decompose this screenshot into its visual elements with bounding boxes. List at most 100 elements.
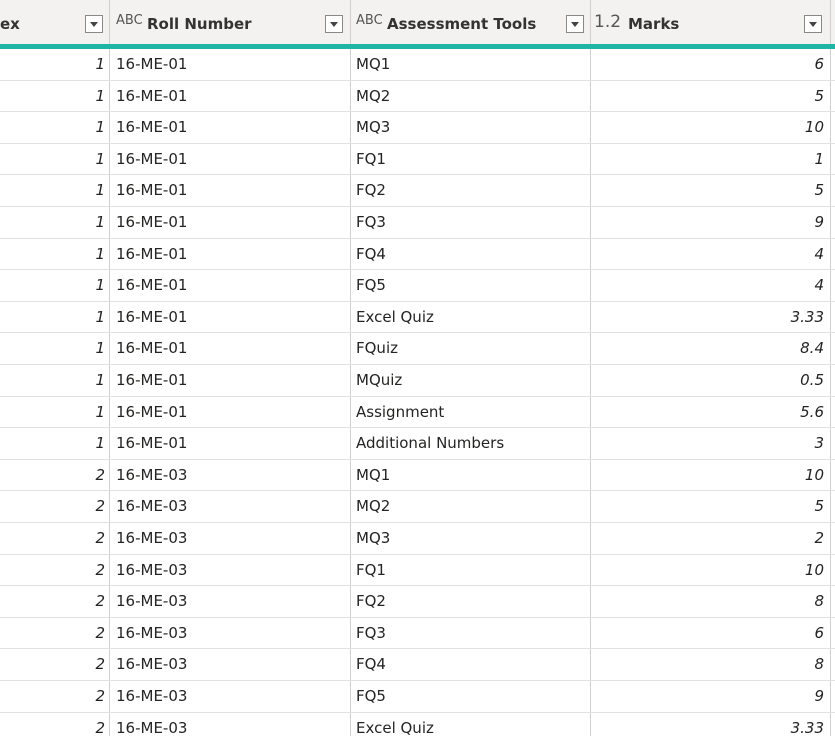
row-index-cell[interactable]: 1 [0, 143, 110, 175]
decimal-type-icon[interactable]: 1.2 [594, 12, 621, 32]
assessment-tool-cell[interactable]: MQ2 [351, 491, 591, 522]
table-row[interactable]: 1 16-ME-01 Excel Quiz 3.33 [0, 301, 835, 334]
assessment-tool-cell[interactable]: MQ3 [351, 523, 591, 554]
roll-number-cell[interactable]: 16-ME-03 [110, 712, 351, 736]
table-row[interactable]: 2 16-ME-03 MQ1 10 [0, 459, 835, 492]
roll-number-cell[interactable]: 16-ME-01 [110, 270, 351, 301]
marks-cell[interactable]: 3.33 [591, 712, 831, 736]
table-row[interactable]: 1 16-ME-01 MQuiz 0.5 [0, 365, 835, 397]
marks-cell[interactable]: 8.4 [591, 333, 831, 364]
marks-cell[interactable]: 3 [591, 428, 831, 459]
roll-number-cell[interactable]: 16-ME-01 [110, 112, 351, 143]
assessment-tool-cell[interactable]: MQ1 [351, 49, 591, 80]
roll-number-cell[interactable]: 16-ME-01 [110, 175, 351, 206]
roll-number-cell[interactable]: 16-ME-01 [110, 207, 351, 238]
marks-cell[interactable]: 6 [591, 49, 831, 80]
table-row[interactable]: 2 16-ME-03 FQ5 9 [0, 681, 835, 713]
assessment-tool-cell[interactable]: Excel Quiz [351, 301, 591, 333]
roll-number-cell[interactable]: 16-ME-03 [110, 491, 351, 522]
row-index-cell[interactable]: 1 [0, 80, 110, 112]
row-index-cell[interactable]: 1 [0, 175, 110, 206]
row-index-cell[interactable]: 1 [0, 365, 110, 396]
marks-cell[interactable]: 5 [591, 175, 831, 206]
row-index-cell[interactable]: 2 [0, 523, 110, 554]
roll-number-cell[interactable]: 16-ME-01 [110, 238, 351, 270]
row-index-cell[interactable]: 2 [0, 681, 110, 712]
row-index-cell[interactable]: 2 [0, 712, 110, 736]
roll-number-cell[interactable]: 16-ME-03 [110, 681, 351, 712]
marks-cell[interactable]: 10 [591, 554, 831, 586]
assessment-tool-cell[interactable]: Excel Quiz [351, 712, 591, 736]
assessment-tool-cell[interactable]: MQ2 [351, 80, 591, 112]
assessment-tool-cell[interactable]: FQ2 [351, 175, 591, 206]
row-index-cell[interactable]: 1 [0, 428, 110, 459]
row-index-cell[interactable]: 2 [0, 554, 110, 586]
assessment-tool-cell[interactable]: FQ4 [351, 649, 591, 680]
assessment-tool-cell[interactable]: Assignment [351, 396, 591, 428]
assessment-tool-cell[interactable]: MQuiz [351, 365, 591, 396]
roll-number-filter-dropdown[interactable] [325, 15, 343, 33]
column-header-index[interactable]: ex [0, 0, 110, 44]
table-row[interactable]: 2 16-ME-03 FQ3 6 [0, 617, 835, 650]
row-index-cell[interactable]: 1 [0, 238, 110, 270]
table-row[interactable]: 2 16-ME-03 FQ2 8 [0, 586, 835, 618]
row-index-cell[interactable]: 1 [0, 207, 110, 238]
roll-number-cell[interactable]: 16-ME-01 [110, 365, 351, 396]
row-index-cell[interactable]: 2 [0, 491, 110, 522]
roll-number-cell[interactable]: 16-ME-01 [110, 428, 351, 459]
abc-type-icon[interactable]: ABC [116, 13, 143, 28]
table-row[interactable]: 1 16-ME-01 Assignment 5.6 [0, 396, 835, 429]
table-row[interactable]: 2 16-ME-03 MQ3 2 [0, 523, 835, 555]
roll-number-cell[interactable]: 16-ME-03 [110, 459, 351, 491]
table-row[interactable]: 1 16-ME-01 FQ1 1 [0, 143, 835, 176]
roll-number-cell[interactable]: 16-ME-03 [110, 586, 351, 617]
marks-cell[interactable]: 5.6 [591, 396, 831, 428]
assessment-tool-cell[interactable]: FQuiz [351, 333, 591, 364]
marks-cell[interactable]: 8 [591, 586, 831, 617]
roll-number-cell[interactable]: 16-ME-03 [110, 649, 351, 680]
roll-number-cell[interactable]: 16-ME-01 [110, 333, 351, 364]
assessment-tool-cell[interactable]: FQ1 [351, 143, 591, 175]
column-header-marks[interactable]: 1.2 Marks [591, 0, 831, 44]
assessment-tool-cell[interactable]: FQ3 [351, 207, 591, 238]
row-index-cell[interactable]: 1 [0, 112, 110, 143]
row-index-cell[interactable]: 2 [0, 617, 110, 649]
marks-cell[interactable]: 8 [591, 649, 831, 680]
marks-cell[interactable]: 10 [591, 112, 831, 143]
marks-cell[interactable]: 9 [591, 207, 831, 238]
marks-cell[interactable]: 5 [591, 491, 831, 522]
table-row[interactable]: 1 16-ME-01 FQ4 4 [0, 238, 835, 271]
assessment-tool-cell[interactable]: MQ3 [351, 112, 591, 143]
roll-number-cell[interactable]: 16-ME-03 [110, 554, 351, 586]
row-index-cell[interactable]: 1 [0, 396, 110, 428]
table-row[interactable]: 1 16-ME-01 MQ2 5 [0, 80, 835, 113]
roll-number-cell[interactable]: 16-ME-01 [110, 396, 351, 428]
index-filter-dropdown[interactable] [85, 15, 103, 33]
table-row[interactable]: 1 16-ME-01 MQ1 6 [0, 49, 835, 81]
marks-filter-dropdown[interactable] [804, 15, 822, 33]
abc-type-icon[interactable]: ABC [356, 13, 383, 28]
marks-cell[interactable]: 1 [591, 143, 831, 175]
assessment-tool-cell[interactable]: FQ5 [351, 270, 591, 301]
row-index-cell[interactable]: 1 [0, 270, 110, 301]
row-index-cell[interactable]: 2 [0, 586, 110, 617]
row-index-cell[interactable]: 1 [0, 333, 110, 364]
marks-cell[interactable]: 4 [591, 238, 831, 270]
table-row[interactable]: 1 16-ME-01 FQ5 4 [0, 270, 835, 302]
assessment-tool-cell[interactable]: FQ2 [351, 586, 591, 617]
table-row[interactable]: 2 16-ME-03 FQ1 10 [0, 554, 835, 587]
row-index-cell[interactable]: 2 [0, 459, 110, 491]
row-index-cell[interactable]: 2 [0, 649, 110, 680]
row-index-cell[interactable]: 1 [0, 49, 110, 80]
marks-cell[interactable]: 0.5 [591, 365, 831, 396]
table-row[interactable]: 1 16-ME-01 Additional Numbers 3 [0, 428, 835, 460]
assessment-tools-filter-dropdown[interactable] [566, 15, 584, 33]
column-header-assessment-tools[interactable]: ABC Assessment Tools [351, 0, 591, 44]
marks-cell[interactable]: 6 [591, 617, 831, 649]
table-row[interactable]: 1 16-ME-01 FQ3 9 [0, 207, 835, 239]
assessment-tool-cell[interactable]: FQ4 [351, 238, 591, 270]
marks-cell[interactable]: 9 [591, 681, 831, 712]
assessment-tool-cell[interactable]: MQ1 [351, 459, 591, 491]
table-row[interactable]: 2 16-ME-03 MQ2 5 [0, 491, 835, 523]
roll-number-cell[interactable]: 16-ME-01 [110, 49, 351, 80]
